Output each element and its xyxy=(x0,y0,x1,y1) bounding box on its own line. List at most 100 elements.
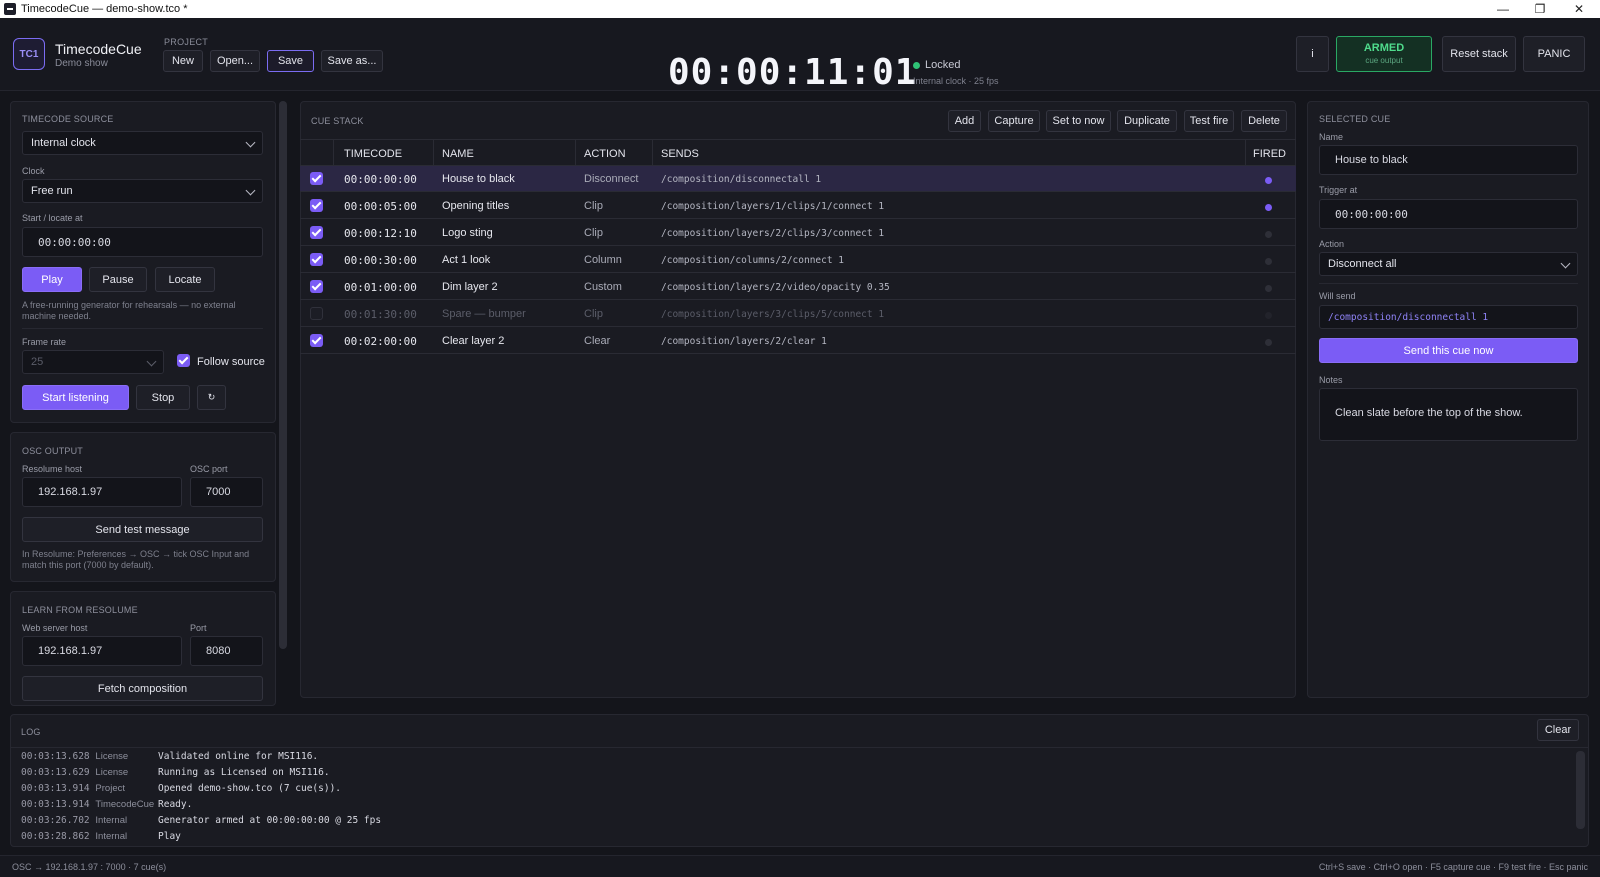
duplicate-button[interactable]: Duplicate xyxy=(1117,110,1177,132)
web-port-input[interactable]: 8080 xyxy=(190,636,263,666)
stop-button[interactable]: Stop xyxy=(136,385,190,410)
capture-button[interactable]: Capture xyxy=(988,110,1040,132)
locate-button[interactable]: Locate xyxy=(155,267,215,292)
fetch-composition-button[interactable]: Fetch composition xyxy=(22,676,263,701)
info-button[interactable]: i xyxy=(1296,36,1329,72)
cue-enabled-checkbox[interactable] xyxy=(310,307,323,320)
cue-enabled-checkbox[interactable] xyxy=(310,226,323,239)
timecode-source-select[interactable]: Internal clock xyxy=(22,131,263,155)
fired-indicator xyxy=(1265,177,1272,184)
play-button[interactable]: Play xyxy=(22,267,82,292)
log-time: 00:03:28.862 xyxy=(21,831,90,842)
restore-icon[interactable]: ❐ xyxy=(1521,0,1559,18)
cue-row[interactable]: 00:02:00:00 Clear layer 2 Clear /composi… xyxy=(300,328,1296,354)
follow-source-checkbox[interactable] xyxy=(177,354,190,367)
action-select[interactable]: Disconnect all xyxy=(1319,252,1578,276)
clock-select[interactable]: Free run xyxy=(22,179,263,203)
cue-name: Spare — bumper xyxy=(442,308,526,320)
log-time: 00:03:26.702 xyxy=(21,815,90,826)
fired-indicator xyxy=(1265,312,1272,319)
cue-timecode: 00:00:12:10 xyxy=(344,227,417,240)
cue-enabled-checkbox[interactable] xyxy=(310,199,323,212)
divider xyxy=(1319,283,1578,284)
cue-row[interactable]: 00:01:30:00 Spare — bumper Clip /composi… xyxy=(300,301,1296,327)
cue-enabled-checkbox[interactable] xyxy=(310,253,323,266)
cue-row[interactable]: 00:01:00:00 Dim layer 2 Custom /composit… xyxy=(300,274,1296,300)
col-name[interactable]: NAME xyxy=(442,148,474,160)
trigger-at-input[interactable]: 00:00:00:00 xyxy=(1319,199,1578,229)
col-action[interactable]: ACTION xyxy=(584,148,626,160)
log-entry: 00:03:26.702 Internal Generator armed at… xyxy=(21,815,381,826)
cue-enabled-checkbox[interactable] xyxy=(310,334,323,347)
test-fire-button[interactable]: Test fire xyxy=(1184,110,1234,132)
resolume-host-input[interactable]: 192.168.1.97 xyxy=(22,477,182,507)
project-label: PROJECT xyxy=(164,37,209,47)
send-test-message-button[interactable]: Send test message xyxy=(22,517,263,542)
status-left: OSC → 192.168.1.97 : 7000 · 7 cue(s) xyxy=(12,862,167,872)
cue-name-label: Name xyxy=(1319,132,1344,142)
start-locate-input[interactable]: 00:00:00:00 xyxy=(22,227,263,257)
send-cue-now-button[interactable]: Send this cue now xyxy=(1319,338,1578,363)
osc-port-input[interactable]: 7000 xyxy=(190,477,263,507)
action-value: Disconnect all xyxy=(1328,258,1397,270)
log-panel xyxy=(10,714,1589,847)
add-cue-button[interactable]: Add xyxy=(948,110,981,132)
cue-enabled-checkbox[interactable] xyxy=(310,172,323,185)
log-scrollbar[interactable] xyxy=(1576,751,1585,829)
cue-name: Clear layer 2 xyxy=(442,335,505,347)
save-as-button[interactable]: Save as... xyxy=(321,50,383,72)
cue-name: Opening titles xyxy=(442,200,510,212)
log-source: Internal xyxy=(95,831,128,842)
set-to-now-button[interactable]: Set to now xyxy=(1046,110,1111,132)
log-entry: 00:03:13.914 Project Opened demo-show.tc… xyxy=(21,783,341,794)
will-send-value: /composition/disconnectall 1 xyxy=(1319,305,1578,329)
start-listening-button[interactable]: Start listening xyxy=(22,385,129,410)
new-button[interactable]: New xyxy=(163,50,203,72)
app-icon xyxy=(4,3,16,15)
close-icon[interactable]: ✕ xyxy=(1560,0,1598,18)
reset-stack-button[interactable]: Reset stack xyxy=(1442,36,1516,72)
will-send-label: Will send xyxy=(1319,291,1356,301)
fired-indicator xyxy=(1265,285,1272,292)
divider xyxy=(22,328,263,329)
cue-row[interactable]: 00:00:05:00 Opening titles Clip /composi… xyxy=(300,193,1296,219)
col-fired[interactable]: FIRED xyxy=(1253,148,1286,160)
notes-textarea[interactable]: Clean slate before the top of the show. xyxy=(1319,388,1578,441)
minimize-icon[interactable]: — xyxy=(1484,0,1522,18)
log-entry: 00:03:13.628 License Validated online fo… xyxy=(21,751,318,762)
log-label: LOG xyxy=(21,727,41,737)
cue-enabled-checkbox[interactable] xyxy=(310,280,323,293)
open-button[interactable]: Open... xyxy=(210,50,260,72)
log-time: 00:03:13.629 xyxy=(21,767,90,778)
clock-label: Clock xyxy=(22,166,45,176)
cue-row[interactable]: 00:00:12:10 Logo sting Clip /composition… xyxy=(300,220,1296,246)
cue-name-input[interactable]: House to black xyxy=(1319,145,1578,175)
pause-button[interactable]: Pause xyxy=(89,267,147,292)
panic-button[interactable]: PANIC xyxy=(1523,36,1585,72)
frame-rate-select[interactable]: 25 xyxy=(22,350,164,374)
log-message: Generator armed at 00:00:00:00 @ 25 fps xyxy=(158,815,382,826)
clear-log-button[interactable]: Clear xyxy=(1537,719,1579,741)
web-host-input[interactable]: 192.168.1.97 xyxy=(22,636,182,666)
cue-row[interactable]: 00:00:30:00 Act 1 look Column /compositi… xyxy=(300,247,1296,273)
col-timecode[interactable]: TIMECODE xyxy=(344,148,402,160)
lock-status-indicator xyxy=(913,62,920,69)
cue-timecode: 00:01:30:00 xyxy=(344,308,417,321)
app-name: TimecodeCue xyxy=(55,41,142,57)
chevron-down-icon xyxy=(245,185,256,196)
save-button[interactable]: Save xyxy=(267,50,314,72)
chevron-down-icon xyxy=(146,356,157,367)
delete-button[interactable]: Delete xyxy=(1241,110,1287,132)
web-host-label: Web server host xyxy=(22,623,88,633)
col-sends[interactable]: SENDS xyxy=(661,148,699,160)
lock-status: Locked xyxy=(925,59,961,71)
osc-port-label: OSC port xyxy=(190,464,228,474)
cue-sends: /composition/layers/2/clips/3/connect 1 xyxy=(661,228,885,239)
refresh-icon[interactable]: ↻ xyxy=(197,385,226,410)
left-scrollbar[interactable] xyxy=(279,101,287,649)
col-divider xyxy=(652,139,653,166)
cue-sends: /composition/layers/3/clips/5/connect 1 xyxy=(661,309,885,320)
cue-row[interactable]: 00:00:00:00 House to black Disconnect /c… xyxy=(300,166,1296,192)
armed-toggle[interactable]: ARMED cue output xyxy=(1336,36,1432,72)
trigger-at-label: Trigger at xyxy=(1319,185,1358,195)
